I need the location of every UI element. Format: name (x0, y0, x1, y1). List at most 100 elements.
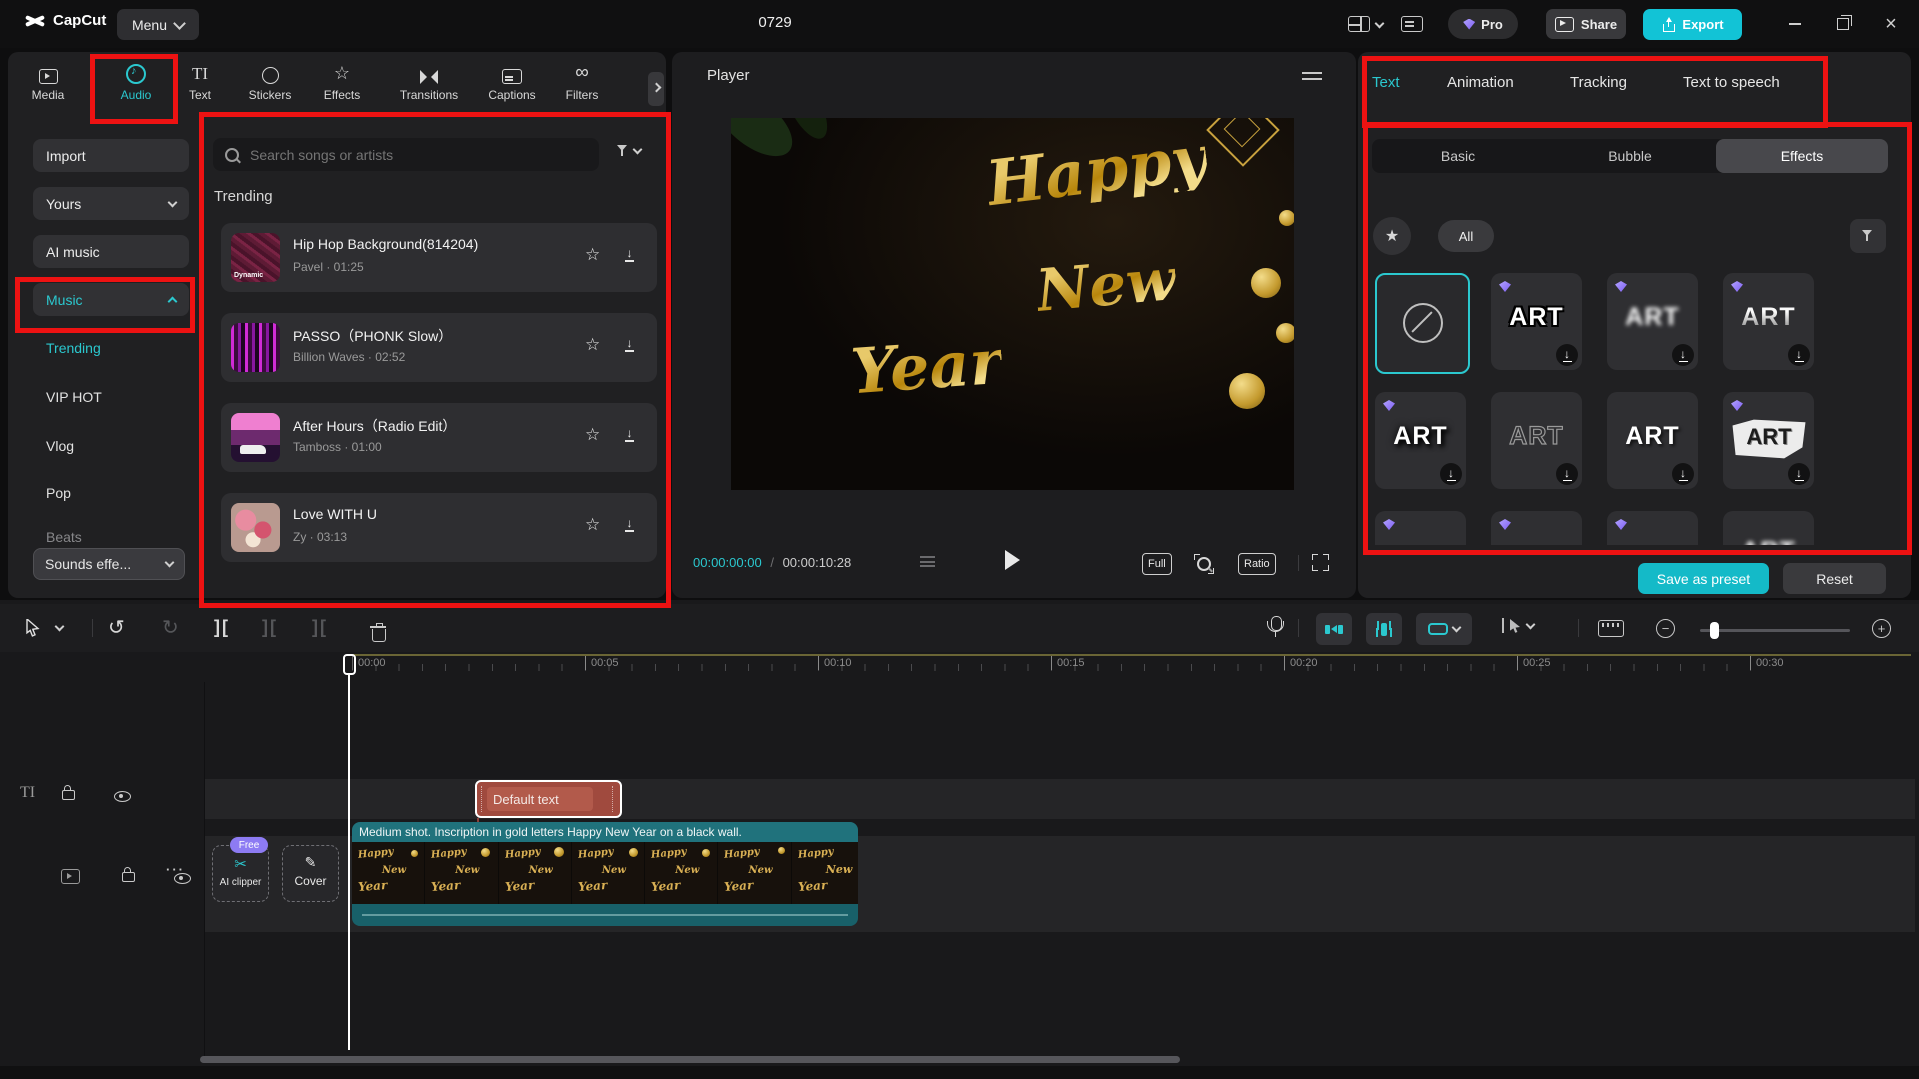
video-clip[interactable]: Medium shot. Inscription in gold letters… (352, 822, 858, 926)
undo-button[interactable]: ↺ (108, 615, 125, 640)
tab-filters[interactable]: ∞ Filters (550, 60, 614, 102)
select-tool-chevron[interactable] (54, 621, 65, 632)
tab-tracking[interactable]: Tracking (1570, 74, 1627, 91)
nav-vlog[interactable]: Vlog (46, 438, 74, 454)
song-row[interactable]: PASSO（PHONK Slow） Billion Waves · 02:52 … (221, 313, 657, 382)
preview-zoom-button[interactable] (1194, 554, 1214, 574)
favorite-icon[interactable]: ☆ (585, 335, 600, 355)
ratio-button[interactable]: Ratio (1238, 553, 1276, 575)
split-button[interactable]: ][ (214, 617, 230, 638)
subtab-basic[interactable]: Basic (1372, 139, 1544, 173)
tab-text[interactable]: TI Text (168, 60, 232, 102)
song-filter-button[interactable] (616, 144, 643, 158)
song-row[interactable]: Dynamic Hip Hop Background(814204) Pavel… (221, 223, 657, 292)
subtab-effects[interactable]: Effects (1716, 139, 1888, 173)
reset-button[interactable]: Reset (1783, 563, 1886, 594)
visibility-icon[interactable] (113, 791, 131, 802)
effect-tile-art[interactable] (1491, 511, 1582, 545)
frame-view-icon[interactable] (920, 556, 935, 567)
nav-music[interactable]: Music (33, 283, 189, 316)
tab-animation[interactable]: Animation (1447, 74, 1514, 91)
favorite-icon[interactable]: ☆ (585, 425, 600, 445)
zoom-in-button[interactable]: + (1872, 619, 1891, 638)
effect-tile-art[interactable]: ART ↓ (1607, 392, 1698, 489)
tab-text-settings[interactable]: Text (1372, 74, 1400, 91)
sounds-effects-dropdown[interactable]: Sounds effe... (33, 548, 185, 580)
preview-collision-button[interactable] (1366, 613, 1402, 645)
tab-effects[interactable]: ☆ Effects (310, 60, 374, 102)
chevron-down-icon[interactable] (1374, 18, 1385, 28)
song-row[interactable]: Love WITH U Zy · 03:13 ☆ ↓ (221, 493, 657, 562)
text-track-lane[interactable] (205, 779, 1915, 819)
delete-left-button[interactable]: ][ (262, 617, 278, 638)
effects-filter-button[interactable] (1850, 219, 1886, 253)
layout-icon[interactable] (1348, 16, 1370, 32)
download-icon[interactable]: ↓ (625, 517, 634, 532)
delete-right-button[interactable]: ][ (312, 617, 328, 638)
preview-axis-button[interactable] (1502, 618, 1536, 633)
lock-icon[interactable] (121, 867, 135, 882)
zoom-out-button[interactable]: − (1656, 619, 1675, 638)
auto-snap-button[interactable] (1316, 613, 1352, 645)
effect-tile-art[interactable]: ART (1723, 511, 1814, 545)
full-button[interactable]: Full (1142, 553, 1172, 575)
record-voiceover-icon[interactable] (1266, 616, 1284, 637)
cover-button[interactable]: ✎ Cover (282, 845, 339, 902)
export-button[interactable]: Export (1643, 9, 1742, 40)
download-icon[interactable]: ↓ (625, 247, 634, 262)
select-tool-icon[interactable] (26, 619, 40, 637)
playhead-handle[interactable] (343, 654, 356, 675)
zoom-slider-handle[interactable] (1710, 622, 1719, 639)
video-preview[interactable]: Happy New Year (731, 118, 1294, 490)
tab-text-to-speech[interactable]: Text to speech (1683, 74, 1780, 91)
tab-transitions[interactable]: Transitions (390, 60, 468, 102)
effect-tile-art[interactable]: ART ↓ (1723, 392, 1814, 489)
horizontal-scrollbar[interactable] (200, 1056, 1180, 1063)
playhead-line[interactable] (348, 674, 350, 1050)
nav-pop[interactable]: Pop (46, 485, 71, 501)
subtab-bubble[interactable]: Bubble (1544, 139, 1716, 173)
nav-trending[interactable]: Trending (46, 340, 101, 356)
timeline-scale-icon[interactable] (1598, 620, 1624, 637)
clip-left-handle[interactable] (481, 786, 485, 812)
close-button[interactable]: × (1878, 11, 1904, 37)
tab-media[interactable]: Media (16, 60, 80, 102)
effect-tile-none[interactable] (1375, 273, 1470, 374)
search-bar[interactable] (213, 138, 599, 171)
nav-yours[interactable]: Yours (33, 187, 189, 220)
more-options-icon[interactable]: ··· (166, 862, 185, 877)
download-icon[interactable]: ↓ (625, 337, 634, 352)
all-filter-pill[interactable]: All (1438, 220, 1494, 252)
expand-panel-button[interactable] (648, 72, 664, 106)
share-button[interactable]: Share (1546, 9, 1626, 39)
effect-tile-art[interactable] (1607, 511, 1698, 545)
delete-button[interactable] (370, 623, 386, 642)
zoom-slider-track[interactable] (1700, 629, 1850, 632)
play-button[interactable] (1005, 550, 1020, 570)
effect-tile-art[interactable]: ART ↓ (1723, 273, 1814, 370)
nav-ai-music[interactable]: AI music (33, 235, 189, 268)
clip-right-handle[interactable] (612, 786, 616, 812)
tab-audio[interactable]: Audio (104, 60, 168, 102)
nav-vip-hot[interactable]: VIP HOT (46, 389, 102, 405)
maximize-button[interactable] (1830, 11, 1856, 37)
ai-clipper-button[interactable]: ✂ AI clipper (212, 845, 269, 902)
fullscreen-button[interactable] (1312, 554, 1329, 571)
tab-stickers[interactable]: Stickers (238, 60, 302, 102)
effect-tile-art[interactable]: ART ↓ (1491, 273, 1582, 370)
link-button[interactable] (1416, 613, 1472, 645)
favorites-filter-button[interactable]: ★ (1373, 217, 1411, 255)
text-clip[interactable]: Default text (475, 780, 622, 818)
nav-beats[interactable]: Beats (46, 529, 82, 545)
menu-button[interactable]: Menu (117, 9, 199, 40)
favorite-icon[interactable]: ☆ (585, 245, 600, 265)
favorite-icon[interactable]: ☆ (585, 515, 600, 535)
song-row[interactable]: After Hours（Radio Edit） Tamboss · 01:00 … (221, 403, 657, 472)
player-menu-icon[interactable] (1302, 72, 1322, 80)
panel-layout-icon[interactable] (1401, 16, 1423, 32)
effect-tile-art[interactable] (1375, 511, 1466, 545)
redo-button[interactable]: ↻ (162, 615, 179, 640)
download-icon[interactable]: ↓ (625, 427, 634, 442)
tab-captions[interactable]: Captions (480, 60, 544, 102)
effect-tile-art[interactable]: ART ↓ (1607, 273, 1698, 370)
